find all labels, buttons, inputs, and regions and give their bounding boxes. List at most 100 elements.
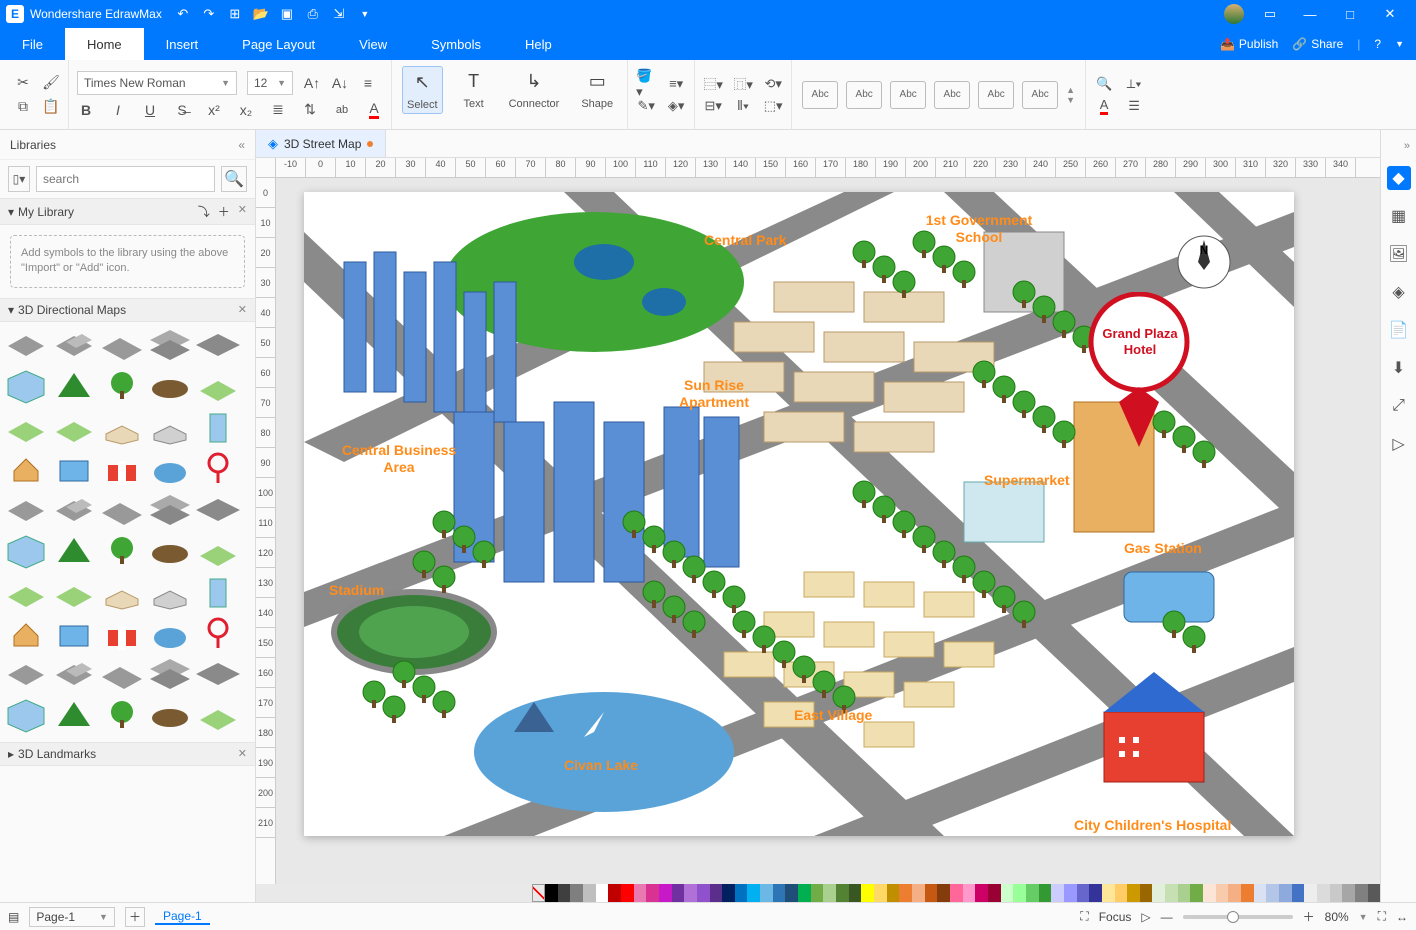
tab-help[interactable]: Help [503, 28, 574, 60]
color-swatch[interactable] [963, 884, 976, 902]
copy-icon[interactable]: ⧉ [14, 98, 32, 116]
zoom-out-icon[interactable]: — [1161, 910, 1173, 924]
new-icon[interactable]: ⊞ [228, 7, 242, 21]
color-swatch[interactable] [747, 884, 760, 902]
color-swatch[interactable] [1330, 884, 1343, 902]
export-icon[interactable]: ⇲ [332, 7, 346, 21]
my-library-label[interactable]: My Library [18, 205, 74, 219]
undo-icon[interactable]: ↶ [176, 7, 190, 21]
pages-icon[interactable]: ▤ [8, 910, 19, 924]
library-item[interactable] [196, 451, 240, 485]
library-item[interactable] [100, 534, 144, 568]
color-swatch[interactable] [1203, 884, 1216, 902]
color-swatch[interactable] [925, 884, 938, 902]
color-swatch[interactable] [735, 884, 748, 902]
library-item[interactable] [52, 698, 96, 732]
ribbon-toggle-icon[interactable]: ▭ [1250, 0, 1290, 28]
collapse-libraries-icon[interactable]: « [238, 138, 245, 152]
library-item[interactable] [52, 451, 96, 485]
library-item[interactable] [100, 575, 144, 609]
color-swatch[interactable] [937, 884, 950, 902]
library-item[interactable] [100, 451, 144, 485]
color-swatch[interactable] [1165, 884, 1178, 902]
print-icon[interactable]: ⎙ [306, 7, 320, 21]
find-icon[interactable]: 🔍 [1094, 76, 1114, 92]
color-swatch[interactable] [672, 884, 685, 902]
fill-icon[interactable]: 🪣▾ [636, 76, 656, 92]
export-panel-icon[interactable]: ⬇ [1387, 356, 1411, 380]
color-swatch[interactable] [1039, 884, 1052, 902]
library-item[interactable] [4, 575, 48, 609]
color-swatch[interactable] [1304, 884, 1317, 902]
underline-icon[interactable]: U [141, 101, 159, 119]
color-swatch[interactable] [874, 884, 887, 902]
close-section-icon[interactable]: ✕ [238, 203, 247, 220]
library-item[interactable] [4, 657, 48, 691]
library-item[interactable] [100, 410, 144, 444]
align-icon[interactable]: ≡ [359, 74, 377, 92]
no-fill-swatch[interactable] [532, 884, 545, 902]
align-shapes-icon[interactable]: ⊟▾ [703, 98, 723, 114]
library-item[interactable] [52, 369, 96, 403]
arrange-icon[interactable]: ⿵▾ [733, 76, 753, 92]
size-icon[interactable]: ⬚▾ [763, 98, 783, 114]
library-item[interactable] [52, 493, 96, 527]
library-item[interactable] [100, 616, 144, 650]
minimize-button[interactable]: — [1290, 0, 1330, 28]
highlight-icon[interactable]: A [1094, 98, 1114, 114]
style-preset-6[interactable]: Abc [1022, 81, 1058, 109]
redo-icon[interactable]: ↷ [202, 7, 216, 21]
color-swatch[interactable] [912, 884, 925, 902]
library-item[interactable] [196, 369, 240, 403]
color-swatch[interactable] [697, 884, 710, 902]
color-swatch[interactable] [545, 884, 558, 902]
library-filter-icon[interactable]: ▯▾ [8, 166, 30, 192]
font-size-combo[interactable]: 12▼ [247, 71, 293, 95]
library-item[interactable] [196, 328, 240, 362]
zoom-slider[interactable] [1183, 915, 1293, 919]
add-library-icon[interactable]: ＋ [218, 203, 230, 220]
style-gallery-more[interactable]: ▲▼ [1066, 85, 1075, 105]
group-icon[interactable]: ⿳▾ [703, 76, 723, 92]
library-item[interactable] [52, 616, 96, 650]
italic-icon[interactable]: I [109, 101, 127, 119]
library-item[interactable] [148, 698, 192, 732]
library-item[interactable] [100, 493, 144, 527]
library-item[interactable] [148, 657, 192, 691]
color-swatch[interactable] [1342, 884, 1355, 902]
color-swatch[interactable] [646, 884, 659, 902]
library-item[interactable] [100, 328, 144, 362]
color-swatch[interactable] [722, 884, 735, 902]
focus-icon[interactable]: ⛶ [1080, 909, 1088, 924]
library-item[interactable] [52, 410, 96, 444]
distribute-icon[interactable]: ⫴▾ [733, 98, 753, 114]
shadow-icon[interactable]: ◈▾ [666, 98, 686, 114]
library-item[interactable] [196, 493, 240, 527]
qat-more-icon[interactable]: ▼ [358, 7, 372, 21]
color-swatch[interactable] [1127, 884, 1140, 902]
drawing-stage[interactable]: N Grand Plaza Hotel Central [276, 178, 1380, 884]
rotate-icon[interactable]: ⟲▾ [763, 76, 783, 92]
color-swatch[interactable] [1026, 884, 1039, 902]
library-item[interactable] [196, 657, 240, 691]
color-swatch[interactable] [1051, 884, 1064, 902]
color-swatch[interactable] [634, 884, 647, 902]
color-swatch[interactable] [1077, 884, 1090, 902]
collapse-right-icon[interactable]: » [1404, 140, 1410, 152]
color-swatch[interactable] [811, 884, 824, 902]
library-item[interactable] [196, 410, 240, 444]
tab-insert[interactable]: Insert [144, 28, 221, 60]
library-item[interactable] [52, 328, 96, 362]
color-swatch[interactable] [1279, 884, 1292, 902]
color-swatch[interactable] [975, 884, 988, 902]
layers-icon[interactable]: ☰ [1124, 98, 1144, 114]
color-swatch[interactable] [710, 884, 723, 902]
tab-page-layout[interactable]: Page Layout [220, 28, 337, 60]
fit-page-icon[interactable]: ⛶ [1378, 909, 1386, 924]
style-preset-4[interactable]: Abc [934, 81, 970, 109]
color-swatch[interactable] [1089, 884, 1102, 902]
zoom-menu-icon[interactable]: ▼ [1359, 912, 1368, 922]
library-item[interactable] [196, 616, 240, 650]
strike-icon[interactable]: S̶ [173, 101, 191, 119]
clear-format-icon[interactable]: ab [333, 101, 351, 119]
